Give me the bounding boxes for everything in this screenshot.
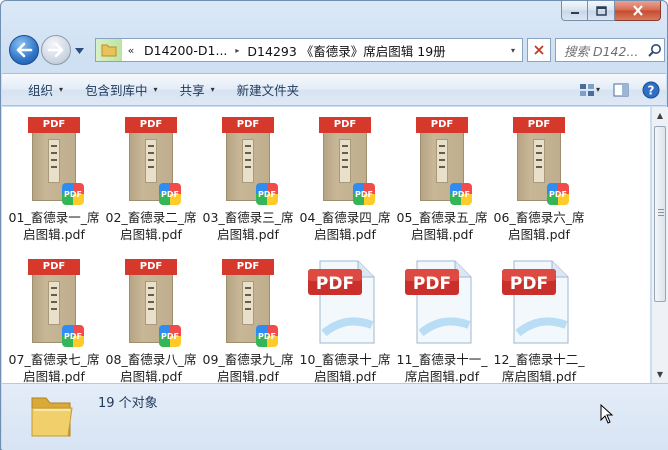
file-name: 10_畜德录十_席启图辑.pdf bbox=[299, 352, 391, 383]
recent-pages-button[interactable] bbox=[73, 45, 85, 57]
file-item[interactable]: PDF 11_畜德录十一_席启图辑.pdf bbox=[394, 253, 490, 383]
chevron-down-icon: ▾ bbox=[153, 85, 158, 94]
breadcrumb-current[interactable]: D14293 《畜德录》席启图辑 19册 bbox=[243, 41, 449, 60]
file-item[interactable]: PDF PDF 06_畜德录六_席启图辑.pdf bbox=[491, 111, 587, 243]
details-pane: 19 个对象 bbox=[2, 383, 668, 450]
close-button[interactable] bbox=[615, 1, 661, 21]
explorer-window: « D14200-D1... ▸ D14293 《畜德录》席启图辑 19册 ▾ … bbox=[0, 0, 668, 450]
include-in-library-menu[interactable]: 包含到库中 ▾ bbox=[74, 74, 169, 105]
file-name: 04_畜德录四_席启图辑.pdf bbox=[299, 210, 391, 242]
file-name: 09_畜德录九_席启图辑.pdf bbox=[202, 352, 294, 383]
maximize-icon bbox=[595, 5, 607, 16]
minimize-button[interactable] bbox=[561, 1, 588, 21]
chevron-down-icon bbox=[74, 48, 84, 54]
search-input[interactable]: 搜索 D142... bbox=[564, 41, 646, 60]
minimize-icon bbox=[570, 11, 579, 14]
file-name: 12_畜德录十二_席启图辑.pdf bbox=[493, 352, 585, 383]
pdf-document-icon: PDF bbox=[297, 253, 393, 351]
breadcrumb-overflow[interactable]: « bbox=[122, 44, 140, 57]
folder-icon bbox=[96, 39, 122, 61]
help-button[interactable]: ? bbox=[636, 74, 666, 105]
chevron-down-icon: ▾ bbox=[210, 85, 215, 94]
pdf-book-thumbnail-icon: PDF PDF bbox=[200, 111, 296, 209]
refresh-button[interactable] bbox=[527, 38, 551, 62]
organize-label: 组织 bbox=[28, 83, 54, 98]
pdf-book-thumbnail-icon: PDF PDF bbox=[297, 111, 393, 209]
file-name: 05_畜德录五_席启图辑.pdf bbox=[396, 210, 488, 242]
scroll-up-button[interactable]: ▲ bbox=[652, 107, 668, 124]
pdf-book-thumbnail-icon: PDF PDF bbox=[394, 111, 490, 209]
scroll-down-button[interactable]: ▼ bbox=[652, 366, 668, 383]
caption-buttons bbox=[561, 1, 661, 23]
file-list: PDF PDF 01_畜德录一_席启图辑.pdf PDF PDF 02_畜德录二_席… bbox=[2, 107, 650, 383]
include-in-library-label: 包含到库中 bbox=[85, 83, 148, 98]
share-menu[interactable]: 共享 ▾ bbox=[169, 74, 226, 105]
organize-menu[interactable]: 组织 ▾ bbox=[2, 74, 74, 105]
vertical-scrollbar[interactable]: ▲ ▼ bbox=[651, 107, 668, 383]
mouse-cursor-icon bbox=[600, 403, 614, 427]
view-grid-icon bbox=[579, 83, 594, 96]
file-item[interactable]: PDF 10_畜德录十_席启图辑.pdf bbox=[297, 253, 393, 383]
pdf-book-thumbnail-icon: PDF PDF bbox=[6, 111, 102, 209]
address-bar[interactable]: « D14200-D1... ▸ D14293 《畜德录》席启图辑 19册 ▾ bbox=[95, 38, 523, 62]
close-icon bbox=[534, 45, 544, 55]
file-name: 11_畜德录十一_席启图辑.pdf bbox=[396, 352, 488, 383]
file-item[interactable]: PDF PDF 04_畜德录四_席启图辑.pdf bbox=[297, 111, 393, 243]
back-button[interactable] bbox=[9, 35, 39, 65]
file-item[interactable]: PDF 12_畜德录十二_席启图辑.pdf bbox=[491, 253, 587, 383]
help-icon: ? bbox=[642, 81, 660, 98]
search-icon[interactable] bbox=[646, 43, 664, 57]
file-name: 06_畜德录六_席启图辑.pdf bbox=[493, 210, 585, 242]
pdf-document-icon: PDF bbox=[491, 253, 587, 351]
view-options-caret[interactable]: ▾ bbox=[596, 85, 600, 94]
item-count: 19 个对象 bbox=[98, 396, 158, 411]
breadcrumb-separator[interactable]: ▸ bbox=[231, 46, 243, 55]
close-icon bbox=[632, 5, 643, 16]
file-name: 03_畜德录三_席启图辑.pdf bbox=[202, 210, 294, 242]
file-item[interactable]: PDF PDF 07_畜德录七_席启图辑.pdf bbox=[6, 253, 102, 383]
command-bar: 组织 ▾ 包含到库中 ▾ 共享 ▾ 新建文件夹 ▾ ? bbox=[2, 73, 666, 106]
forward-button[interactable] bbox=[41, 35, 71, 65]
scrollbar-thumb[interactable] bbox=[654, 126, 666, 302]
file-item[interactable]: PDF PDF 02_畜德录二_席启图辑.pdf bbox=[103, 111, 199, 243]
file-item[interactable]: PDF PDF 05_畜德录五_席启图辑.pdf bbox=[394, 111, 490, 243]
svg-text:PDF: PDF bbox=[510, 274, 548, 294]
svg-text:PDF: PDF bbox=[413, 274, 451, 294]
file-item[interactable]: PDF PDF 08_畜德录八_席启图辑.pdf bbox=[103, 253, 199, 383]
file-name: 08_畜德录八_席启图辑.pdf bbox=[105, 352, 197, 383]
pdf-book-thumbnail-icon: PDF PDF bbox=[491, 111, 587, 209]
share-label: 共享 bbox=[179, 83, 205, 98]
new-folder-button[interactable]: 新建文件夹 bbox=[226, 74, 311, 105]
preview-pane-button[interactable] bbox=[606, 74, 636, 105]
breadcrumb-parent[interactable]: D14200-D1... bbox=[140, 43, 231, 58]
new-folder-label: 新建文件夹 bbox=[236, 83, 300, 98]
file-name: 07_畜德录七_席启图辑.pdf bbox=[8, 352, 100, 383]
pdf-book-thumbnail-icon: PDF PDF bbox=[103, 253, 199, 351]
svg-text:?: ? bbox=[648, 83, 655, 97]
folder-icon bbox=[28, 390, 76, 443]
search-box[interactable]: 搜索 D142... bbox=[555, 38, 665, 62]
pdf-book-thumbnail-icon: PDF PDF bbox=[200, 253, 296, 351]
svg-text:PDF: PDF bbox=[316, 274, 354, 294]
file-item[interactable]: PDF PDF 03_畜德录三_席启图辑.pdf bbox=[200, 111, 296, 243]
toolbar-right: ▾ ? bbox=[572, 74, 666, 105]
forward-arrow-icon bbox=[47, 42, 64, 58]
maximize-button[interactable] bbox=[588, 1, 615, 21]
pdf-book-thumbnail-icon: PDF PDF bbox=[103, 111, 199, 209]
file-item[interactable]: PDF PDF 01_畜德录一_席启图辑.pdf bbox=[6, 111, 102, 243]
navigation-bar: « D14200-D1... ▸ D14293 《畜德录》席启图辑 19册 ▾ … bbox=[9, 33, 665, 67]
back-arrow-icon bbox=[16, 42, 33, 58]
file-name: 02_畜德录二_席启图辑.pdf bbox=[105, 210, 197, 242]
pdf-book-thumbnail-icon: PDF PDF bbox=[6, 253, 102, 351]
chevron-down-icon: ▾ bbox=[59, 85, 64, 94]
pdf-document-icon: PDF bbox=[394, 253, 490, 351]
preview-pane-icon bbox=[613, 83, 629, 96]
file-name: 01_畜德录一_席启图辑.pdf bbox=[8, 210, 100, 242]
address-dropdown-button[interactable]: ▾ bbox=[504, 46, 522, 55]
file-item[interactable]: PDF PDF 09_畜德录九_席启图辑.pdf bbox=[200, 253, 296, 383]
